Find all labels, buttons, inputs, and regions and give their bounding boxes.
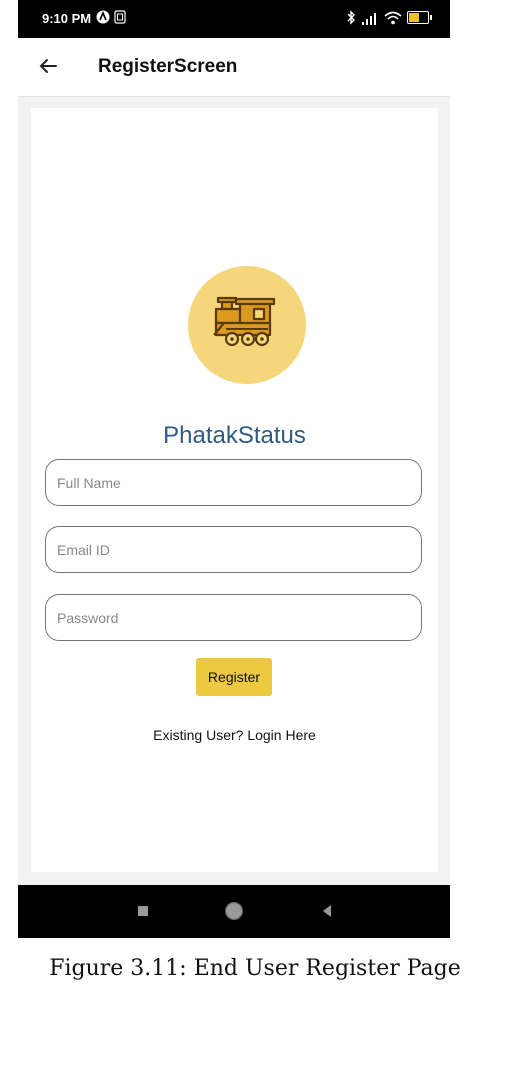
email-field[interactable] <box>45 526 422 573</box>
register-button[interactable]: Register <box>196 658 272 696</box>
back-button[interactable] <box>320 902 334 925</box>
screen-title: RegisterScreen <box>98 56 238 77</box>
status-time: 9:10 PM <box>42 11 92 26</box>
recents-button[interactable] <box>136 902 150 925</box>
signal-icon <box>362 12 376 25</box>
home-button[interactable] <box>224 902 244 927</box>
full-name-input[interactable] <box>55 460 409 506</box>
app-logo <box>188 266 306 384</box>
back-arrow-icon <box>39 59 57 73</box>
email-input[interactable] <box>55 527 409 573</box>
wifi-icon <box>384 11 402 24</box>
password-field[interactable] <box>45 594 422 641</box>
home-icon <box>225 902 243 920</box>
status-bar: 9:10 PM <box>18 0 450 38</box>
sim-card-icon <box>114 10 126 24</box>
back-arrow-button[interactable] <box>34 52 62 80</box>
full-name-field[interactable] <box>45 459 422 506</box>
status-system-icons <box>346 10 432 25</box>
figure-caption: Figure 3.11: End User Register Page <box>49 956 461 981</box>
app-bar: RegisterScreen <box>18 38 450 97</box>
app-notification-icon <box>96 10 110 24</box>
bluetooth-icon <box>347 10 355 25</box>
train-icon <box>213 296 276 347</box>
system-nav-bar <box>18 885 450 938</box>
password-input[interactable] <box>55 595 409 641</box>
recents-icon <box>138 906 148 916</box>
phone-screen: 9:10 PM RegisterScreen PhatakStatus Full… <box>18 0 450 938</box>
status-notification-icons <box>96 10 126 24</box>
login-link[interactable]: Existing User? Login Here <box>31 727 438 743</box>
back-icon <box>323 905 331 917</box>
app-name: PhatakStatus <box>163 422 306 449</box>
register-card: PhatakStatus Register Existing User? Log… <box>31 108 438 872</box>
battery-icon <box>407 11 432 24</box>
